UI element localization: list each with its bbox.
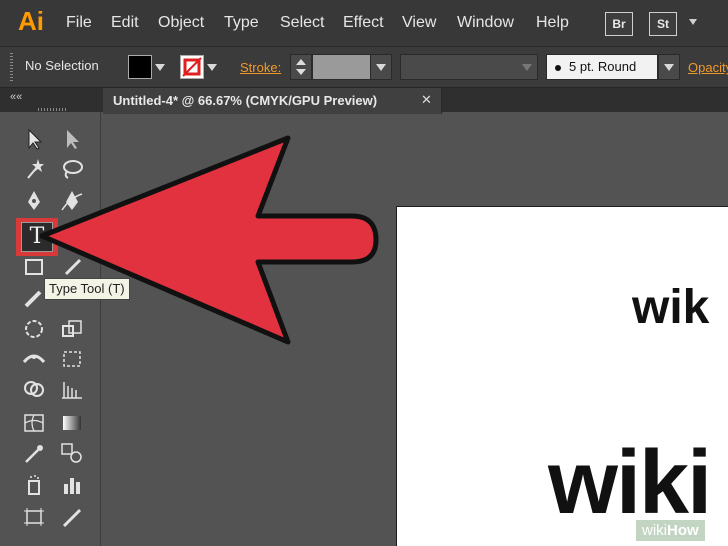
- type-tool-tooltip: Type Tool (T): [44, 278, 130, 300]
- watermark-prefix: wiki: [642, 522, 667, 539]
- wikihow-watermark: wikiHow: [636, 520, 705, 541]
- watermark-suffix: How: [667, 522, 699, 539]
- pointer-arrow: [39, 135, 379, 345]
- illustrator-window: Ai File Edit Object Type Select Effect V…: [0, 0, 728, 546]
